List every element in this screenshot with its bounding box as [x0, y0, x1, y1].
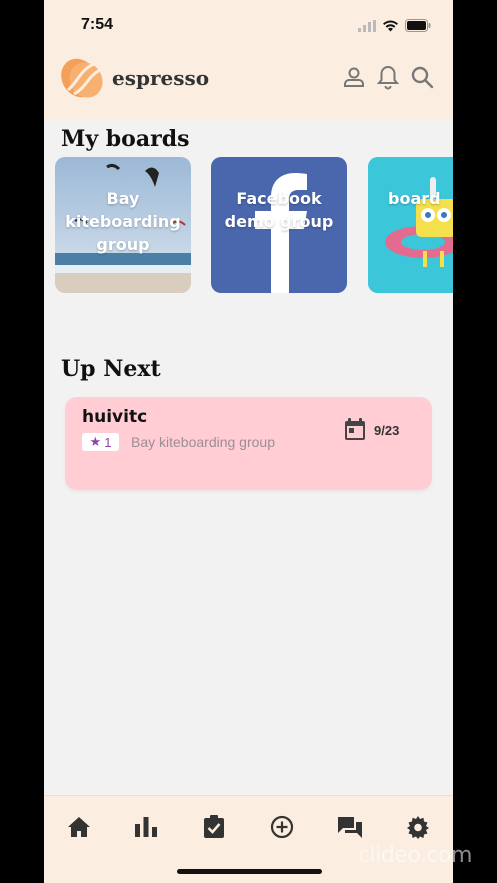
- app-name: espresso: [112, 66, 210, 90]
- board-card[interactable]: Bay kiteboarding group: [55, 157, 191, 293]
- home-indicator[interactable]: [177, 869, 322, 874]
- boards-carousel[interactable]: Bay kiteboarding group Facebook demo gro…: [55, 157, 453, 293]
- spongebob-image: [368, 157, 453, 293]
- board-card[interactable]: Facebook demo group: [211, 157, 347, 293]
- my-boards-title: My boards: [61, 126, 190, 152]
- up-next-title: Up Next: [61, 356, 161, 382]
- app-header: espresso: [44, 50, 453, 120]
- status-time: 7:54: [81, 16, 114, 33]
- task-due-date: 9/23: [374, 423, 400, 438]
- signal-icon: [358, 17, 376, 36]
- app-screen: 7:54 espresso My boards Bay kiteboarding…: [44, 0, 453, 883]
- task-check-icon[interactable]: [199, 812, 229, 842]
- board-label: Facebook demo group: [224, 189, 334, 231]
- star-icon: ★: [89, 434, 102, 449]
- add-circle-icon[interactable]: [267, 812, 297, 842]
- task-card[interactable]: huivitc ★ 1 Bay kiteboarding group 9/23: [65, 397, 432, 490]
- status-icons: [358, 17, 431, 36]
- board-label: board: [388, 189, 441, 208]
- bell-icon[interactable]: [375, 64, 401, 90]
- board-card[interactable]: board: [368, 157, 453, 293]
- task-title: huivitc: [82, 407, 148, 427]
- profile-icon[interactable]: [341, 64, 367, 90]
- espresso-logo-icon: [58, 56, 106, 100]
- chart-icon[interactable]: [131, 812, 161, 842]
- calendar-icon: [344, 417, 366, 445]
- status-bar: 7:54: [44, 0, 453, 50]
- wifi-icon: [382, 17, 399, 36]
- battery-icon: [405, 17, 431, 36]
- watermark: clideo.com: [358, 843, 472, 868]
- settings-icon[interactable]: [403, 812, 433, 842]
- task-board-name: Bay kiteboarding group: [131, 434, 275, 450]
- priority-count: 1: [104, 434, 112, 450]
- search-icon[interactable]: [409, 64, 435, 90]
- home-icon[interactable]: [64, 812, 94, 842]
- board-label: Bay kiteboarding group: [65, 189, 181, 254]
- priority-badge: ★ 1: [82, 433, 119, 451]
- chat-icon[interactable]: [335, 812, 365, 842]
